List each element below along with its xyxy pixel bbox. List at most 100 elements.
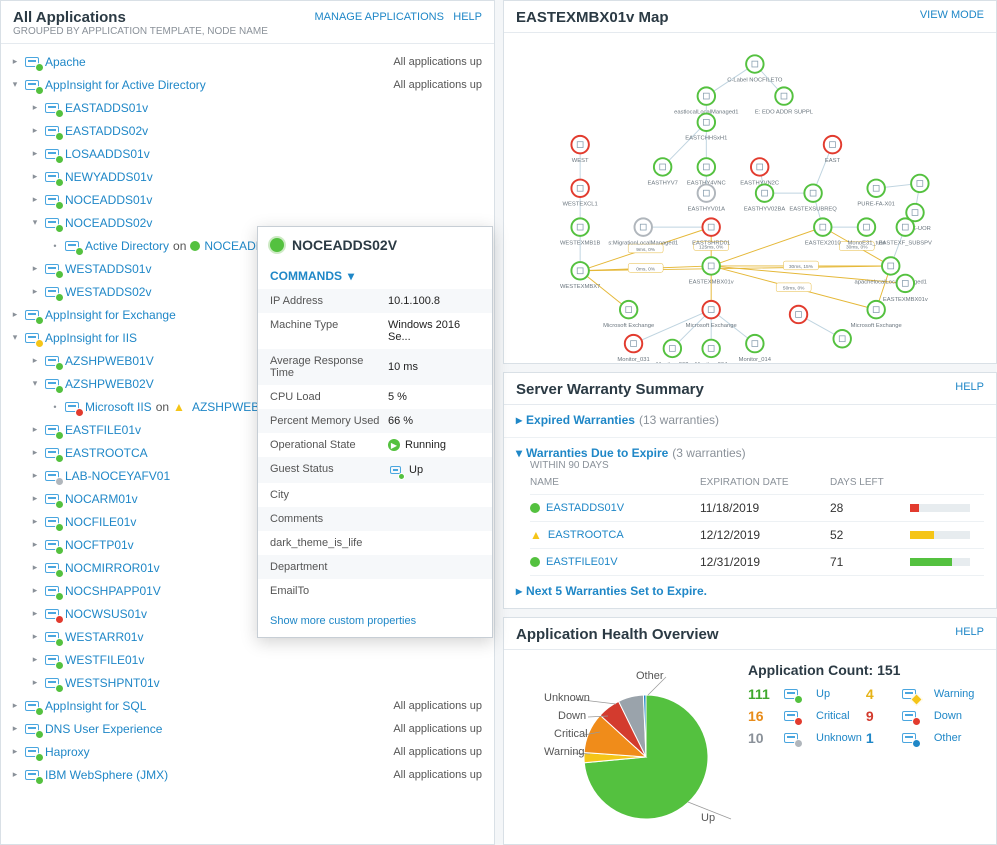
chevron-right-icon[interactable]: ▸ bbox=[9, 700, 21, 712]
help-link[interactable]: HELP bbox=[955, 626, 984, 638]
due-warranties-expander[interactable]: ▾ Warranties Due to Expire (3 warranties… bbox=[516, 446, 984, 460]
next-warranties-expander[interactable]: ▸ Next 5 Warranties Set to Expire. bbox=[516, 584, 984, 598]
warranty-row[interactable]: ▲EASTROOTCA 12/12/2019 52 bbox=[530, 522, 984, 549]
view-mode-link[interactable]: VIEW MODE bbox=[920, 9, 984, 21]
chevron-right-icon[interactable]: ▸ bbox=[29, 470, 41, 482]
node-label[interactable]: WESTADDS02v bbox=[65, 285, 151, 299]
chevron-right-icon[interactable]: ▸ bbox=[29, 654, 41, 666]
tree-group[interactable]: ▸ Apache All applications up bbox=[1, 50, 494, 73]
show-more-properties-link[interactable]: Show more custom properties bbox=[270, 615, 416, 627]
chevron-right-icon[interactable]: ▸ bbox=[9, 56, 21, 68]
dependency-map[interactable]: 0ms, 0%30ms, 15%125ms, 0%9ms, 0%30ms, 0%… bbox=[504, 33, 996, 363]
tree-node[interactable]: ▸ WESTSHPNT01v bbox=[1, 671, 494, 694]
manage-applications-link[interactable]: MANAGE APPLICATIONS bbox=[315, 11, 444, 23]
legend-down[interactable]: Down bbox=[934, 710, 975, 722]
warranty-row[interactable]: EASTFILE01V 12/31/2019 71 bbox=[530, 549, 984, 576]
tree-group[interactable]: ▸ Haproxy All applications up bbox=[1, 740, 494, 763]
chevron-right-icon[interactable]: ▸ bbox=[29, 447, 41, 459]
node-label[interactable]: NOCEADDS02v bbox=[65, 216, 152, 230]
chevron-right-icon[interactable]: ▸ bbox=[29, 102, 41, 114]
node-label[interactable]: EASTFILE01v bbox=[65, 423, 141, 437]
chevron-right-icon[interactable]: ▸ bbox=[9, 309, 21, 321]
chevron-right-icon[interactable]: ▸ bbox=[29, 424, 41, 436]
node-label[interactable]: WESTSHPNT01v bbox=[65, 676, 160, 690]
chevron-down-icon[interactable]: ▾ bbox=[9, 332, 21, 344]
server-link[interactable]: EASTADDS01V bbox=[546, 502, 624, 514]
group-label[interactable]: AppInsight for Active Directory bbox=[45, 78, 206, 92]
server-link[interactable]: EASTROOTCA bbox=[548, 529, 624, 541]
node-label[interactable]: NOCFTP01v bbox=[65, 538, 134, 552]
node-label[interactable]: NOCWSUS01v bbox=[65, 607, 147, 621]
chevron-right-icon[interactable]: ▸ bbox=[9, 723, 21, 735]
app-up-icon bbox=[782, 687, 812, 702]
chevron-right-icon[interactable]: ▸ bbox=[29, 355, 41, 367]
chevron-right-icon[interactable]: ▸ bbox=[29, 631, 41, 643]
tree-node[interactable]: ▸ NEWYADDS01v bbox=[1, 165, 494, 188]
chevron-right-icon[interactable]: ▸ bbox=[29, 148, 41, 160]
chevron-down-icon[interactable]: ▾ bbox=[29, 378, 41, 390]
node-label[interactable]: LOSAADDS01v bbox=[65, 147, 150, 161]
group-label[interactable]: DNS User Experience bbox=[45, 722, 162, 736]
chevron-right-icon[interactable]: ▸ bbox=[29, 286, 41, 298]
node-label[interactable]: AZSHPWEB02V bbox=[65, 377, 154, 391]
legend-unknown[interactable]: Unknown bbox=[816, 732, 862, 744]
help-link[interactable]: HELP bbox=[453, 11, 482, 23]
chevron-right-icon[interactable]: ▸ bbox=[29, 562, 41, 574]
app-label[interactable]: Microsoft IIS bbox=[85, 400, 152, 414]
node-label[interactable]: NOCEADDS01v bbox=[65, 193, 152, 207]
legend-critical[interactable]: Critical bbox=[816, 710, 862, 722]
node-label[interactable]: NOCFILE01v bbox=[65, 515, 136, 529]
warranty-row[interactable]: EASTADDS01V 11/18/2019 28 bbox=[530, 495, 984, 522]
group-label[interactable]: Apache bbox=[45, 55, 86, 69]
node-label[interactable]: LAB-NOCEYAFV01 bbox=[65, 469, 170, 483]
node-label[interactable]: NOCMIRROR01v bbox=[65, 561, 160, 575]
chevron-right-icon[interactable]: ▸ bbox=[29, 194, 41, 206]
chevron-down-icon[interactable]: ▾ bbox=[9, 79, 21, 91]
group-label[interactable]: AppInsight for Exchange bbox=[45, 308, 176, 322]
app-label[interactable]: Active Directory bbox=[85, 239, 169, 253]
chevron-right-icon[interactable]: ▸ bbox=[29, 539, 41, 551]
tree-group[interactable]: ▸ IBM WebSphere (JMX) All applications u… bbox=[1, 763, 494, 786]
node-label[interactable]: EASTADDS01v bbox=[65, 101, 148, 115]
node-label[interactable]: AZSHPWEB01V bbox=[65, 354, 154, 368]
expired-warranties-expander[interactable]: ▸ Expired Warranties (13 warranties) bbox=[516, 413, 984, 427]
node-label[interactable]: NOCSHPAPP01V bbox=[65, 584, 161, 598]
group-label[interactable]: IBM WebSphere (JMX) bbox=[45, 768, 168, 782]
node-label[interactable]: NEWYADDS01v bbox=[65, 170, 153, 184]
node-label[interactable]: WESTADDS01v bbox=[65, 262, 151, 276]
group-label[interactable]: AppInsight for IIS bbox=[45, 331, 137, 345]
node-label[interactable]: WESTFILE01v bbox=[65, 653, 144, 667]
tree-group[interactable]: ▸ DNS User Experience All applications u… bbox=[1, 717, 494, 740]
chevron-right-icon[interactable]: ▸ bbox=[29, 171, 41, 183]
tree-node[interactable]: ▸ EASTADDS01v bbox=[1, 96, 494, 119]
chevron-right-icon[interactable]: ▸ bbox=[9, 769, 21, 781]
help-link[interactable]: HELP bbox=[955, 381, 984, 393]
health-pie-chart[interactable]: OtherUnknownDownCriticalWarningUp bbox=[516, 662, 736, 832]
node-label[interactable]: EASTADDS02v bbox=[65, 124, 148, 138]
tree-node[interactable]: ▸ WESTFILE01v bbox=[1, 648, 494, 671]
chevron-right-icon[interactable]: ▸ bbox=[29, 516, 41, 528]
node-label[interactable]: EASTROOTCA bbox=[65, 446, 148, 460]
tree-node[interactable]: ▸ EASTADDS02v bbox=[1, 119, 494, 142]
chevron-right-icon[interactable]: ▸ bbox=[29, 493, 41, 505]
chevron-down-icon[interactable]: ▾ bbox=[29, 217, 41, 229]
legend-up[interactable]: Up bbox=[816, 688, 862, 700]
commands-dropdown[interactable]: COMMANDS ▾ bbox=[258, 261, 492, 289]
chevron-right-icon[interactable]: ▸ bbox=[29, 263, 41, 275]
chevron-right-icon[interactable]: ▸ bbox=[29, 677, 41, 689]
legend-warning[interactable]: Warning bbox=[934, 688, 975, 700]
tree-group[interactable]: ▸ AppInsight for SQL All applications up bbox=[1, 694, 494, 717]
group-label[interactable]: AppInsight for SQL bbox=[45, 699, 146, 713]
chevron-right-icon[interactable]: ▸ bbox=[29, 125, 41, 137]
tree-group[interactable]: ▾ AppInsight for Active Directory All ap… bbox=[1, 73, 494, 96]
tree-node[interactable]: ▸ LOSAADDS01v bbox=[1, 142, 494, 165]
tree-node[interactable]: ▸ NOCEADDS01v bbox=[1, 188, 494, 211]
chevron-right-icon[interactable]: ▸ bbox=[29, 608, 41, 620]
node-label[interactable]: NOCARM01v bbox=[65, 492, 138, 506]
legend-other[interactable]: Other bbox=[934, 732, 975, 744]
server-link[interactable]: EASTFILE01V bbox=[546, 556, 618, 568]
chevron-right-icon[interactable]: ▸ bbox=[29, 585, 41, 597]
node-label[interactable]: WESTARR01v bbox=[65, 630, 143, 644]
group-label[interactable]: Haproxy bbox=[45, 745, 90, 759]
chevron-right-icon[interactable]: ▸ bbox=[9, 746, 21, 758]
